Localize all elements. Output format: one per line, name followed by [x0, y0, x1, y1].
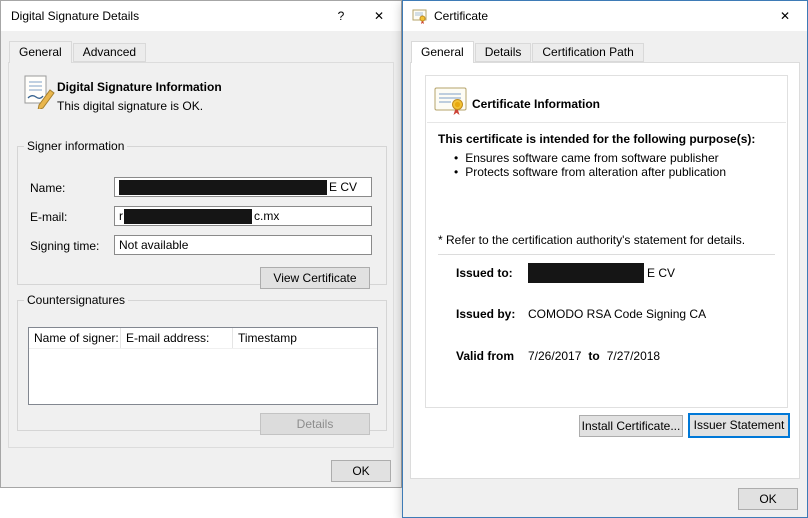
valid-from-date: 7/26/2017	[528, 349, 581, 363]
tab-certification-path[interactable]: Certification Path	[532, 43, 643, 62]
signature-status-text: This digital signature is OK.	[57, 99, 203, 113]
purpose-item: Protects software from alteration after …	[454, 165, 726, 179]
right-tab-strip: General Details Certification Path	[411, 41, 645, 62]
signature-document-icon	[23, 75, 55, 109]
issued-by-label: Issued by:	[456, 307, 528, 321]
close-icon[interactable]: ✕	[357, 1, 401, 31]
countersignatures-legend: Countersignatures	[24, 293, 128, 307]
signing-time-field[interactable]: Not available	[114, 235, 372, 255]
certificate-titlebar-icon	[412, 8, 428, 24]
issuer-statement-note: * Refer to the certification authority's…	[438, 233, 745, 247]
right-tab-page: Certificate Information This certificate…	[410, 62, 800, 479]
left-ok-button[interactable]: OK	[331, 460, 391, 482]
certificate-dialog: Certificate ✕ General Details Certificat…	[402, 0, 808, 518]
view-certificate-button[interactable]: View Certificate	[260, 267, 370, 289]
left-dialog-title: Digital Signature Details	[11, 9, 325, 23]
issued-to-label: Issued to:	[456, 266, 528, 280]
issued-to-row: Issued to: E CV	[456, 263, 675, 283]
tab-advanced[interactable]: Advanced	[73, 43, 146, 62]
email-field[interactable]: r c.mx	[114, 206, 372, 226]
tab-general[interactable]: General	[9, 41, 72, 63]
signing-time-value: Not available	[119, 238, 188, 252]
email-suffix-text: c.mx	[254, 209, 279, 223]
valid-from-label: Valid from	[456, 349, 528, 363]
issued-to-visible-text: E CV	[647, 266, 675, 280]
column-timestamp[interactable]: Timestamp	[233, 328, 377, 348]
certificate-info-heading: Certificate Information	[472, 97, 600, 111]
right-ok-button[interactable]: OK	[738, 488, 798, 510]
left-titlebar[interactable]: Digital Signature Details ? ✕	[1, 1, 401, 31]
purpose-item: Ensures software came from software publ…	[454, 151, 719, 165]
close-icon[interactable]: ✕	[763, 1, 807, 31]
email-label: E-mail:	[30, 210, 67, 224]
desktop: Digital Signature Details ? ✕ General Ad…	[0, 0, 808, 518]
issued-by-value: COMODO RSA Code Signing CA	[528, 307, 706, 321]
tab-general[interactable]: General	[411, 41, 474, 63]
signer-information-legend: Signer information	[24, 139, 127, 153]
header-separator	[427, 122, 786, 123]
name-visible-text: E CV	[329, 180, 357, 194]
validity-row: Valid from7/26/2017 to 7/27/2018	[456, 349, 660, 363]
certificate-icon	[434, 86, 468, 116]
valid-to-label: to	[588, 349, 599, 363]
name-field[interactable]: E CV	[114, 177, 372, 197]
section-separator	[438, 254, 775, 255]
name-label: Name:	[30, 181, 65, 195]
purposes-heading: This certificate is intended for the fol…	[438, 132, 755, 146]
right-titlebar[interactable]: Certificate ✕	[403, 1, 807, 31]
digital-signature-details-dialog: Digital Signature Details ? ✕ General Ad…	[0, 0, 402, 488]
column-name-of-signer[interactable]: Name of signer:	[29, 328, 121, 348]
signing-time-label: Signing time:	[30, 239, 99, 253]
left-tab-page: Digital Signature Information This digit…	[8, 62, 394, 448]
left-tab-strip: General Advanced	[9, 41, 147, 62]
email-prefix-text: r	[119, 209, 123, 223]
details-button: Details	[260, 413, 370, 435]
valid-to-date: 7/27/2018	[607, 349, 660, 363]
install-certificate-button[interactable]: Install Certificate...	[579, 415, 683, 437]
redacted-issued-to	[528, 263, 644, 283]
column-email-address[interactable]: E-mail address:	[121, 328, 233, 348]
countersignatures-group: Countersignatures Name of signer: E-mail…	[17, 293, 387, 431]
issuer-statement-button[interactable]: Issuer Statement	[688, 413, 790, 438]
signer-information-group: Signer information Name: E CV E-mail: r c…	[17, 139, 387, 285]
help-button[interactable]: ?	[325, 1, 357, 31]
signature-info-heading: Digital Signature Information	[57, 80, 222, 94]
tab-details[interactable]: Details	[475, 43, 532, 62]
redacted-email	[124, 209, 252, 224]
certificate-info-frame: Certificate Information This certificate…	[425, 75, 788, 408]
right-dialog-title: Certificate	[434, 9, 763, 23]
countersignatures-table[interactable]: Name of signer: E-mail address: Timestam…	[28, 327, 378, 405]
issued-by-row: Issued by:COMODO RSA Code Signing CA	[456, 307, 706, 321]
countersignatures-empty-body[interactable]	[29, 349, 377, 405]
countersignatures-header-row: Name of signer: E-mail address: Timestam…	[29, 328, 377, 349]
redacted-name	[119, 180, 327, 195]
